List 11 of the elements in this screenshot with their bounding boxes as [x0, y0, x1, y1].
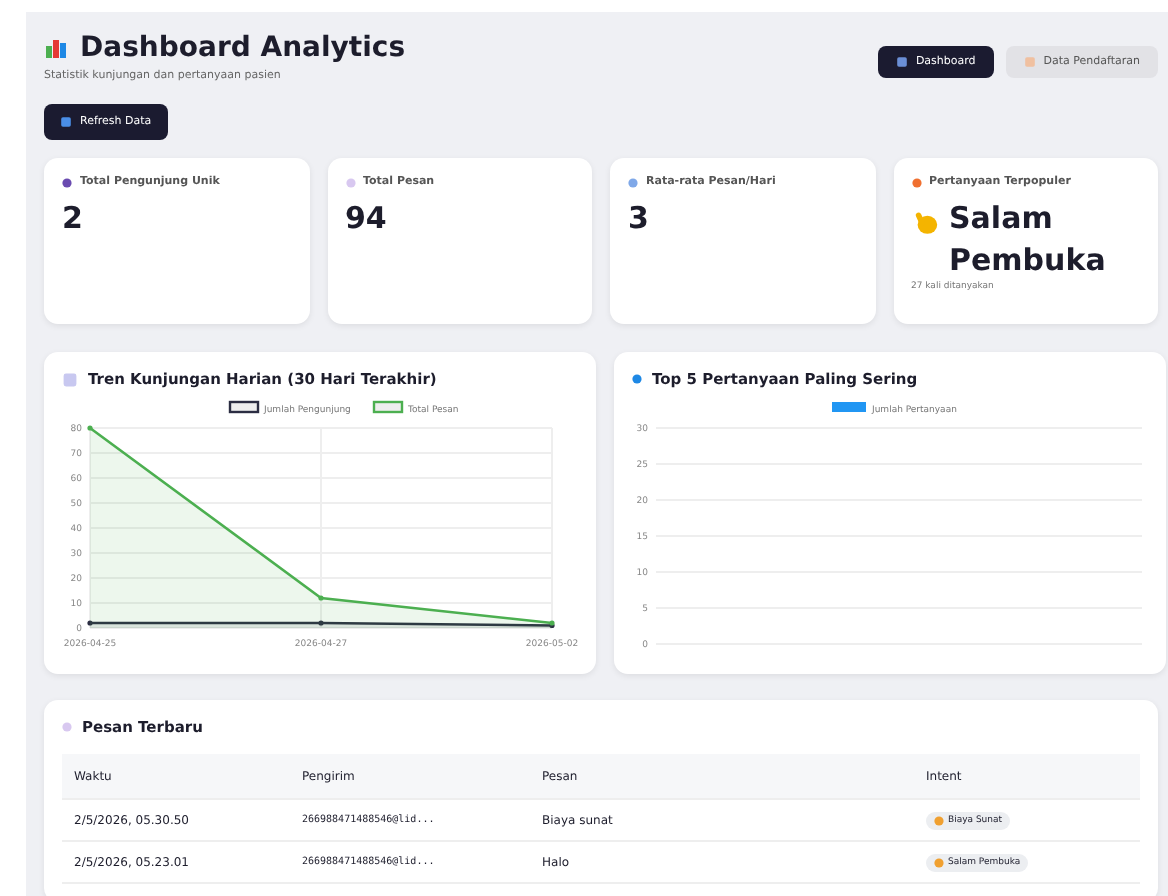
stat-value: 2 — [62, 198, 83, 240]
waving-hand-icon — [911, 208, 939, 236]
stat-value: 3 — [628, 198, 649, 240]
stat-value: 94 — [345, 198, 387, 240]
stat-value: Salam Pembuka — [949, 198, 1108, 281]
stat-icon — [345, 177, 355, 187]
bar-chart-icon — [44, 36, 68, 60]
stat-icon — [628, 177, 638, 187]
page-title: Dashboard Analytics — [80, 32, 406, 64]
stat-icon — [62, 177, 72, 187]
stat-icon — [911, 177, 921, 187]
